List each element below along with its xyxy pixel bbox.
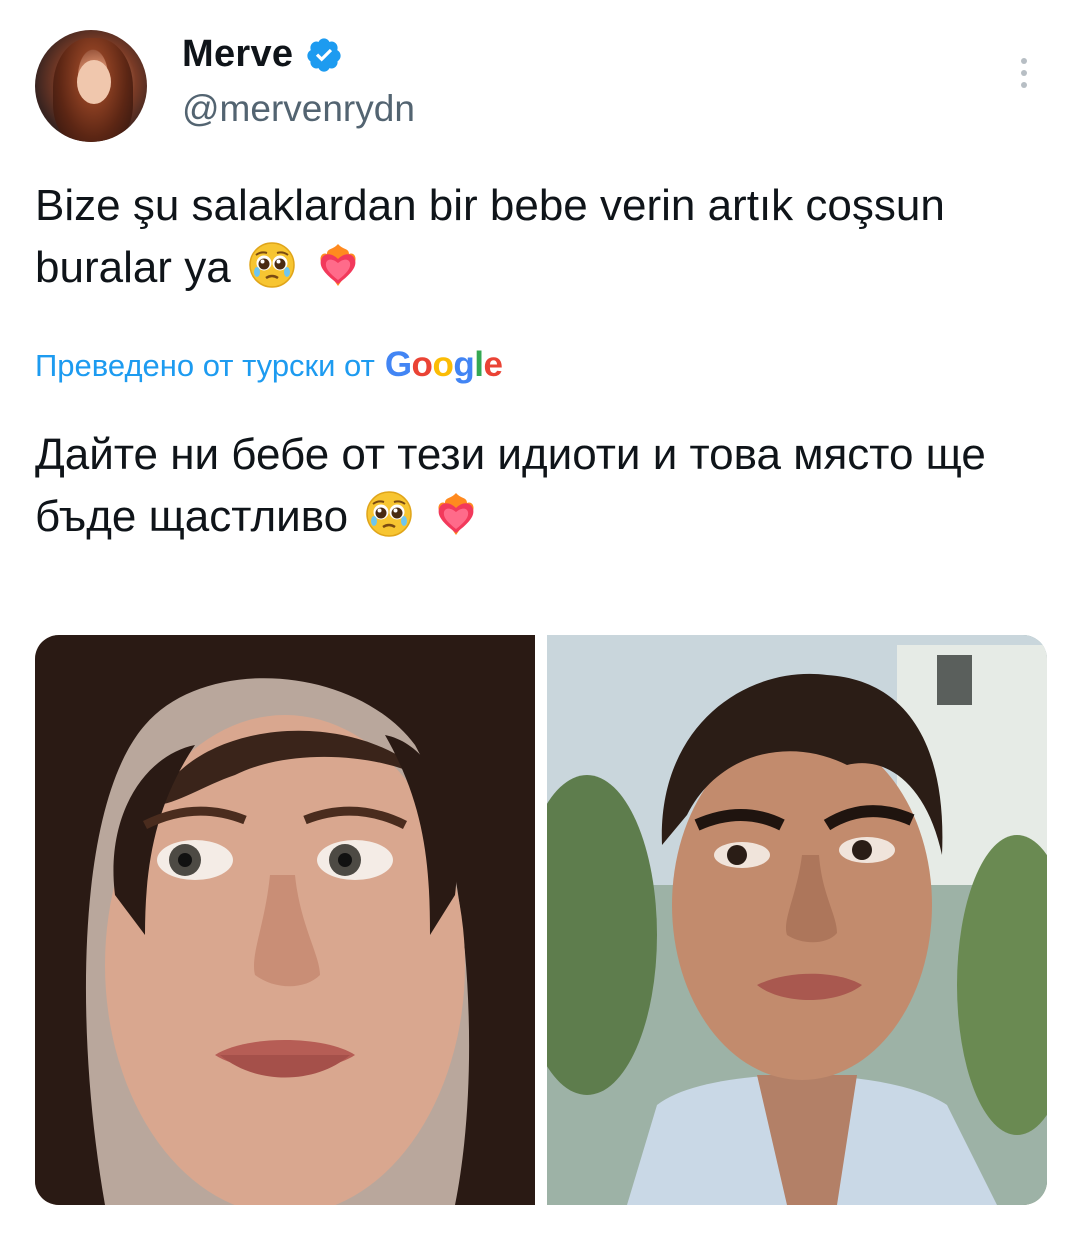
- pleading-face-icon: [249, 242, 295, 288]
- avatar[interactable]: [35, 30, 147, 142]
- tweet-original-text: Bize şu salaklardan bir bebe verin artık…: [35, 175, 1045, 299]
- original-text-content: Bize şu salaklardan bir bebe verin artık…: [35, 181, 945, 292]
- author-name-row: Merve: [182, 33, 343, 76]
- more-options-icon[interactable]: [1016, 58, 1032, 92]
- heart-on-fire-icon: [438, 493, 474, 535]
- pleading-face-icon: [366, 491, 413, 537]
- media-grid: [35, 635, 1047, 1205]
- translation-attribution[interactable]: Преведено от турски от Google: [35, 345, 503, 385]
- heart-on-fire-icon: [320, 244, 356, 286]
- author-handle[interactable]: @mervenrydn: [182, 88, 415, 130]
- verified-badge-icon[interactable]: [305, 36, 343, 74]
- woman-portrait-illustration: [35, 635, 535, 1205]
- translated-text-content: Дайте ни бебе от тези идиоти и това мяст…: [35, 430, 986, 541]
- man-portrait-photo[interactable]: [547, 635, 1047, 1205]
- tweet-translated-text: Дайте ни бебе от тези идиоти и това мяст…: [35, 424, 1045, 548]
- translation-label[interactable]: Преведено от турски от: [35, 348, 375, 384]
- tweet[interactable]: Merve @mervenrydn Bize şu salaklardan bi…: [0, 0, 1080, 1238]
- google-logo: Google: [384, 345, 503, 384]
- author-name[interactable]: Merve: [182, 33, 293, 76]
- woman-portrait-photo[interactable]: [35, 635, 535, 1205]
- man-portrait-illustration: [547, 635, 1047, 1205]
- avatar-face: [77, 60, 111, 104]
